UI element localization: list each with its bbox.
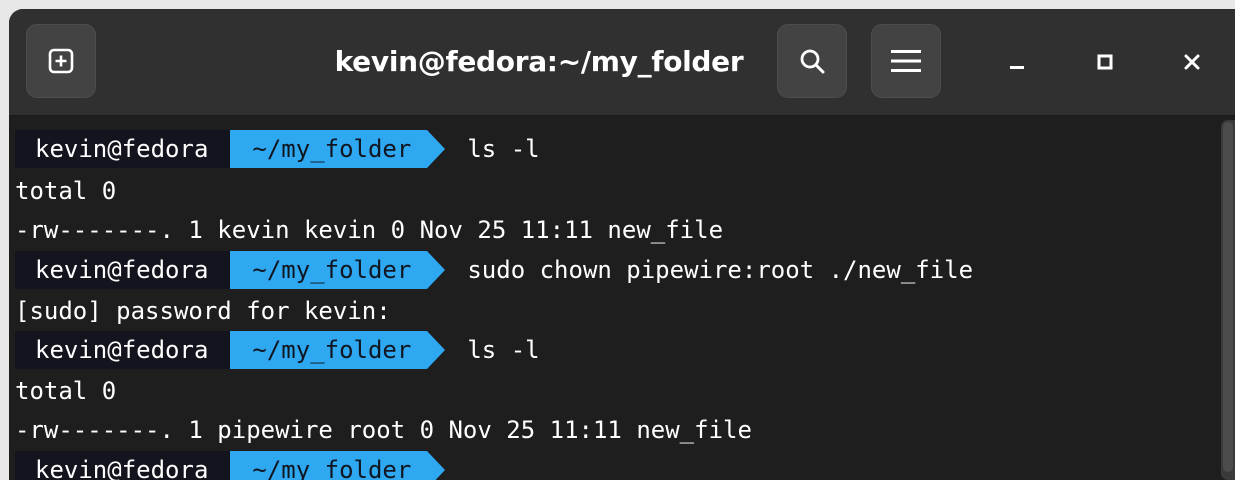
minimize-icon [1010,66,1024,69]
prompt-user: kevin@fedora [15,130,231,168]
search-button[interactable] [777,24,847,98]
prompt-separator [427,331,446,369]
prompt-line: kevin@fedora ~/my_folder ls -l [15,330,540,370]
terminal-view[interactable]: kevin@fedora ~/my_folder ls -l total 0 -rw… [9,116,1235,480]
output-line: -rw-------. 1 kevin kevin 0 Nov 25 11:11… [15,216,724,244]
close-button[interactable] [1169,39,1215,85]
maximize-icon [1097,54,1113,70]
prompt-path: ~/my_folder [230,130,428,168]
close-icon [1184,54,1200,70]
prompt-path: ~/my_folder [230,331,428,369]
terminal-window: kevin@fedora:~/my_folder kevin@fedora ~/… [9,9,1235,480]
new-tab-button[interactable] [26,24,96,98]
prompt-user: kevin@fedora [15,331,231,369]
prompt-user: kevin@fedora [15,451,231,480]
scrollbar-thumb[interactable] [1223,122,1233,472]
menu-button[interactable] [871,24,941,98]
prompt-separator [427,251,446,289]
search-icon [800,49,825,74]
window-title: kevin@fedora:~/my_folder [334,45,744,78]
output-line: [sudo] password for kevin: [15,297,391,325]
minimize-button[interactable] [994,39,1040,85]
headerbar: kevin@fedora:~/my_folder [9,9,1235,116]
prompt-separator [427,130,446,168]
prompt-line: kevin@fedora ~/my_folder sudo chown pipewi… [15,250,973,290]
command-text: sudo chown pipewire:root ./new_file [467,256,974,284]
command-text: ls -l [467,336,540,364]
output-line: -rw-------. 1 pipewire root 0 Nov 25 11:… [15,416,752,444]
maximize-button[interactable] [1082,39,1128,85]
hamburger-menu-icon [891,50,921,72]
prompt-path: ~/my_folder [230,251,428,289]
prompt-separator [427,451,446,480]
output-line: total 0 [15,177,117,205]
output-line: total 0 [15,377,117,405]
tab-new-icon [48,48,74,74]
prompt-user: kevin@fedora [15,251,231,289]
prompt-path: ~/my_folder [230,451,428,480]
prompt-line: kevin@fedora ~/my_folder [15,450,467,480]
command-text: ls -l [467,135,540,163]
prompt-line: kevin@fedora ~/my_folder ls -l [15,129,540,169]
